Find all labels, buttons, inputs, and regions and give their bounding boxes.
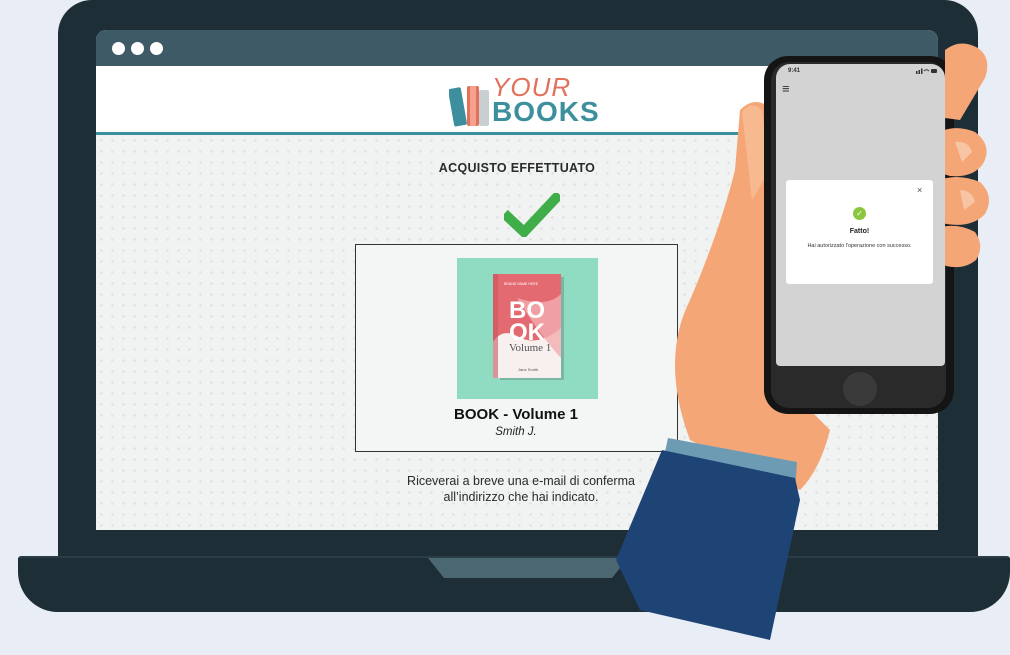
- success-modal: × ✓ Fatto! Hai autorizzato l'operazione …: [786, 180, 933, 284]
- success-check-icon: ✓: [853, 207, 866, 220]
- cover-author: Jane Smith: [518, 367, 538, 372]
- window-dot-icon[interactable]: [131, 42, 144, 55]
- hamburger-menu-icon[interactable]: ≡: [782, 82, 790, 95]
- cover-subtitle: Volume 1: [509, 342, 551, 354]
- book-cover-art: BRAND NAME HERE BO OK Volume 1 Jane Smit…: [493, 274, 564, 380]
- phone-home-button: [843, 372, 877, 406]
- books-logo-icon: [449, 86, 489, 127]
- modal-message: Hai autorizzato l'operazione con success…: [807, 243, 912, 249]
- close-icon[interactable]: ×: [917, 185, 922, 195]
- phone-clock: 9:41: [788, 68, 801, 74]
- modal-title: Fatto!: [849, 228, 870, 235]
- book-cover: BRAND NAME HERE BO OK Volume 1 Jane Smit…: [457, 258, 598, 399]
- window-dot-icon[interactable]: [112, 42, 125, 55]
- phone-screen: 9:41 ≡ × ✓ Fatto! Hai autorizzato l'oper…: [776, 64, 945, 366]
- signal-wifi-battery-icon: [916, 68, 937, 74]
- logo-text-bottom: BOOKS: [492, 96, 600, 127]
- window-dot-icon[interactable]: [150, 42, 163, 55]
- check-icon: [504, 193, 560, 237]
- laptop-notch: [428, 558, 628, 578]
- cover-publisher: BRAND NAME HERE: [504, 282, 539, 286]
